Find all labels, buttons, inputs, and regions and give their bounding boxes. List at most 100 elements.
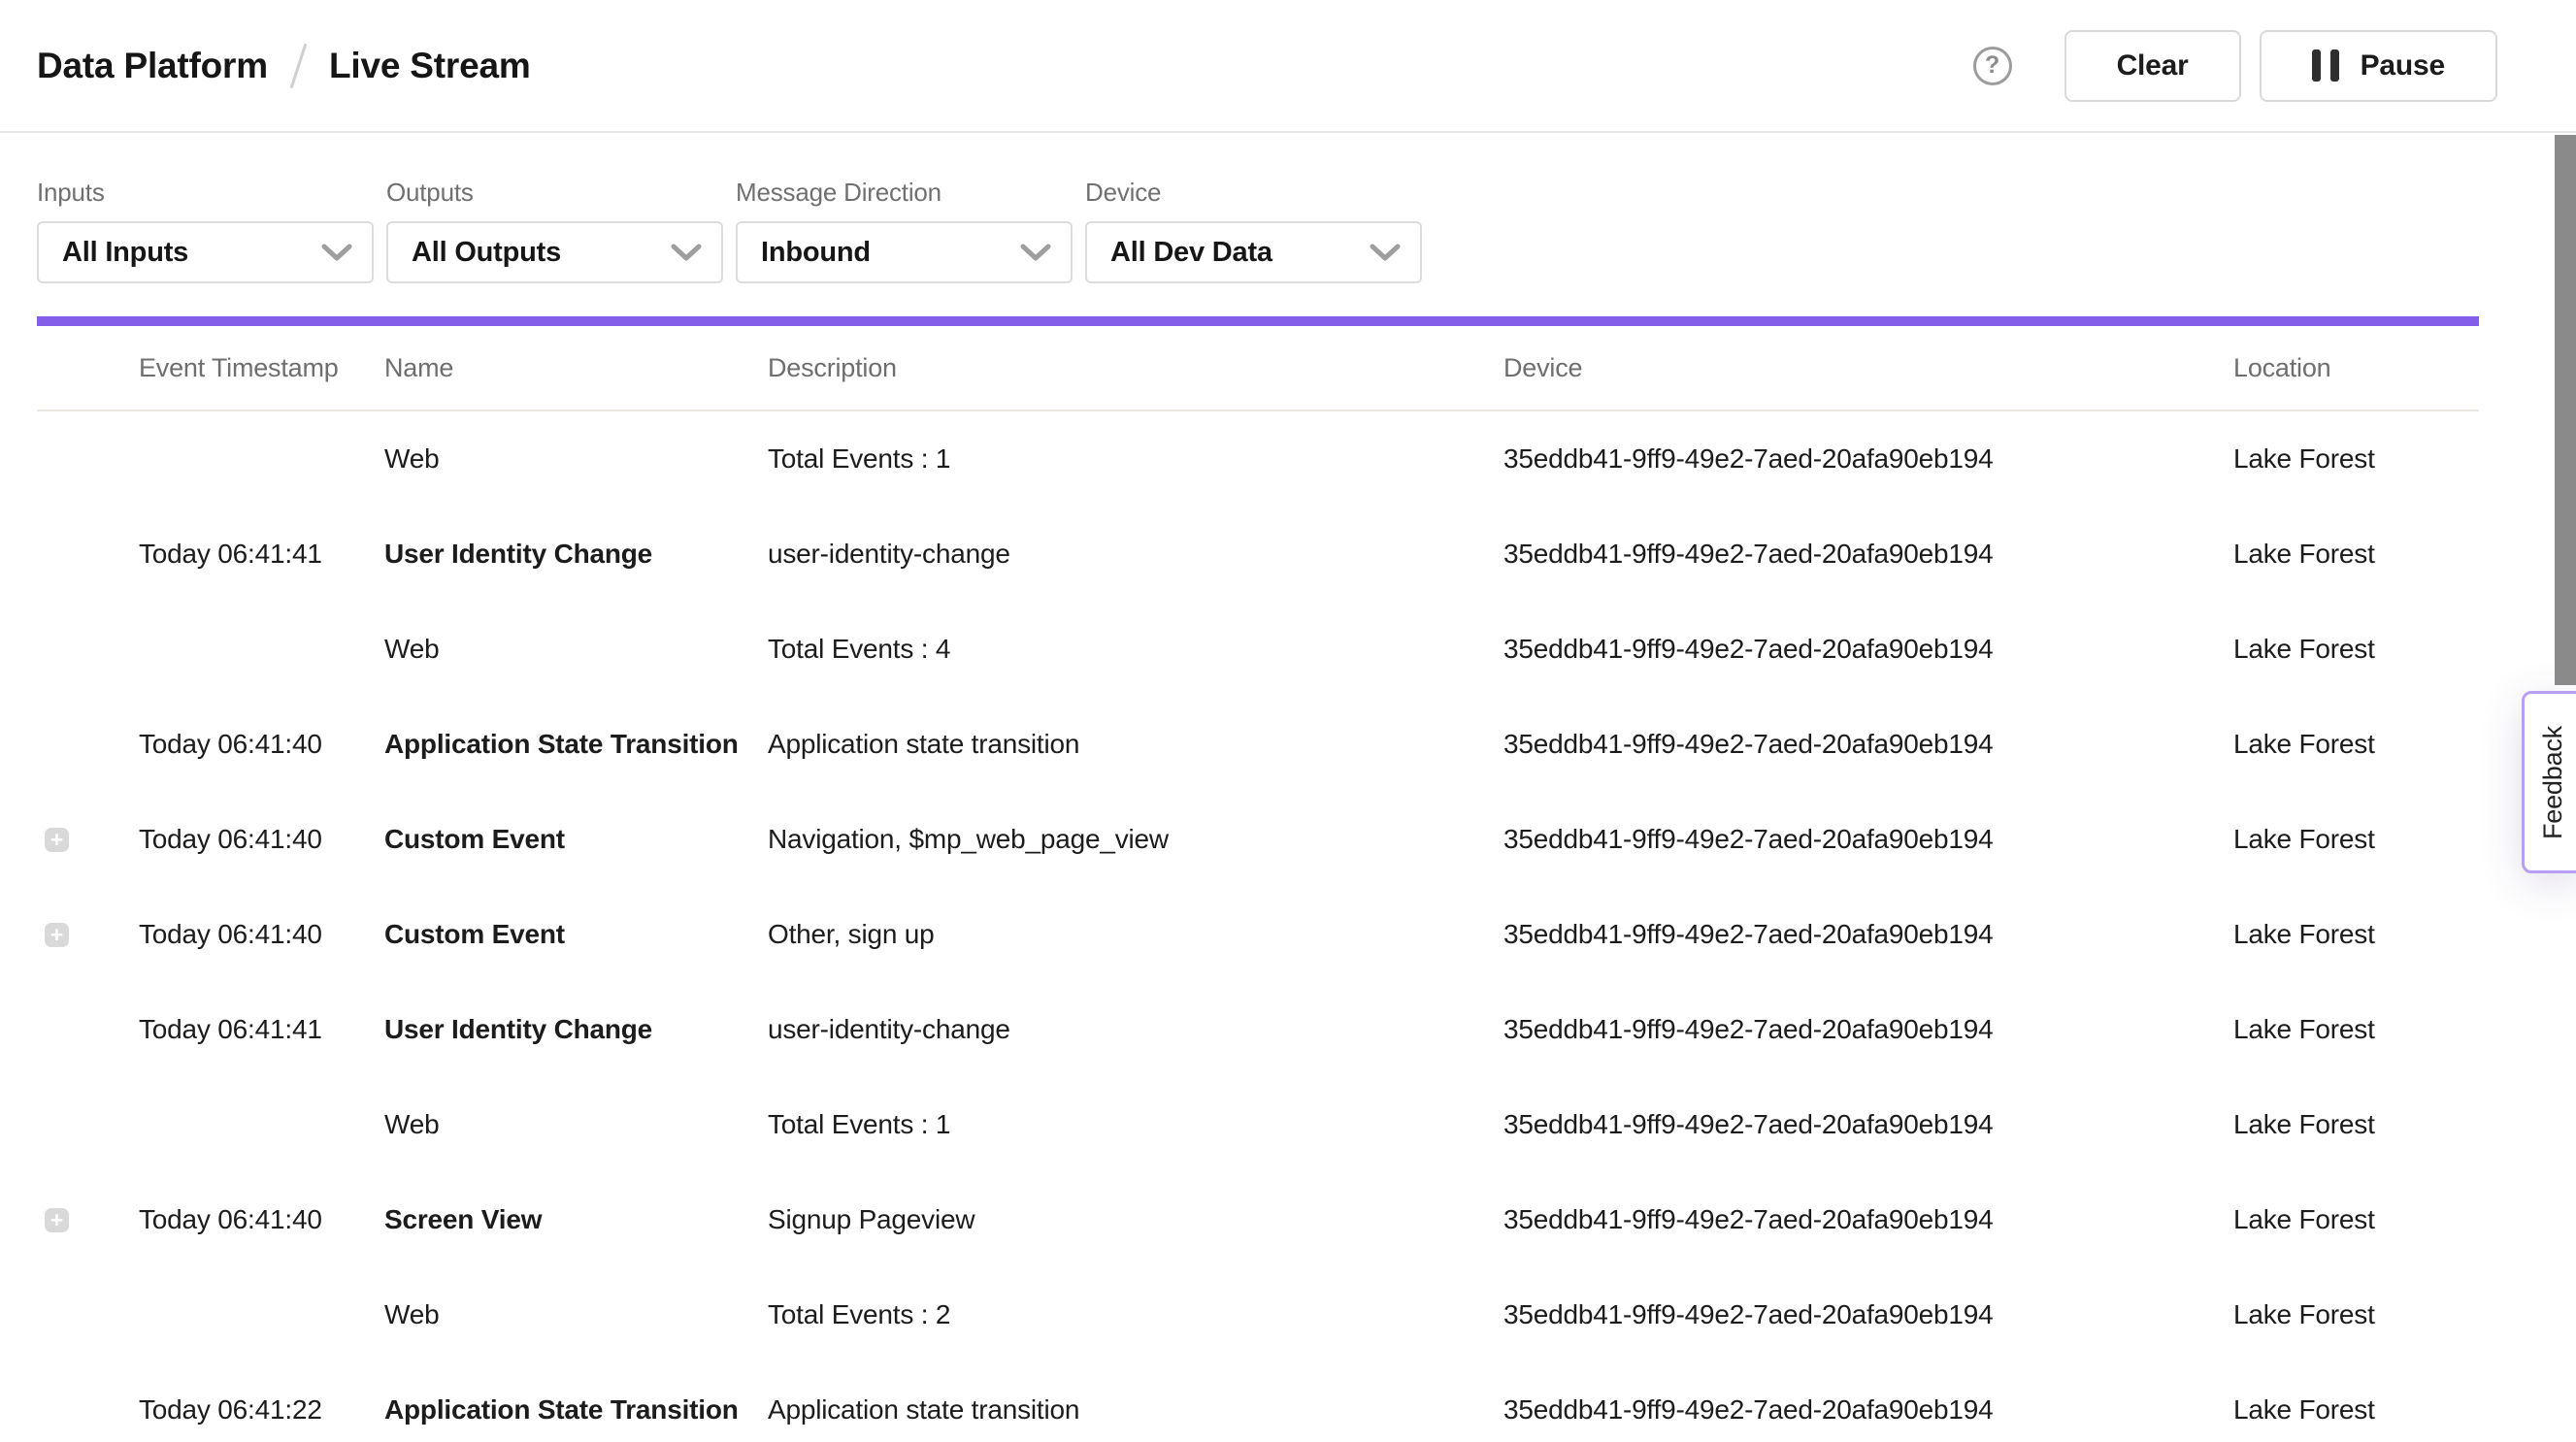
event-device-cell: 35eddb41-9ff9-49e2-7aed-20afa90eb194 (1503, 729, 2233, 760)
table-row[interactable]: + Web Total Events : 1 35eddb41-9ff9-49e… (37, 411, 2479, 507)
event-timestamp-cell: Today 06:41:22 (139, 1394, 384, 1426)
event-device-cell: 35eddb41-9ff9-49e2-7aed-20afa90eb194 (1503, 1394, 2233, 1426)
event-location-cell: Lake Forest (2233, 824, 2479, 855)
table-row[interactable]: + Today 06:41:40 Screen View Signup Page… (37, 1172, 2479, 1267)
event-location-cell: Lake Forest (2233, 1299, 2479, 1330)
expand-row-icon[interactable]: + (45, 923, 69, 947)
table-body: + Web Total Events : 1 35eddb41-9ff9-49e… (37, 411, 2479, 1442)
table-row[interactable]: + Today 06:41:41 User Identity Change us… (37, 982, 2479, 1077)
filter-group-outputs: Outputs All Outputs (386, 178, 723, 283)
feedback-tab[interactable]: Feedback (2522, 691, 2576, 873)
location-column-header: Location (2233, 353, 2479, 383)
event-location-cell: Lake Forest (2233, 443, 2479, 475)
chevron-down-icon (1020, 244, 1051, 262)
event-description-cell: Navigation, $mp_web_page_view (768, 824, 1503, 855)
event-timestamp-cell: Today 06:41:40 (139, 824, 384, 855)
event-device-cell: 35eddb41-9ff9-49e2-7aed-20afa90eb194 (1503, 1299, 2233, 1330)
event-location-cell: Lake Forest (2233, 1394, 2479, 1426)
pause-button-label: Pause (2361, 49, 2445, 82)
event-timestamp-cell: Today 06:41:40 (139, 1204, 384, 1235)
table-row[interactable]: + Web Total Events : 2 35eddb41-9ff9-49e… (37, 1267, 2479, 1362)
event-name-cell: Custom Event (384, 824, 768, 855)
live-stream-table: Event Timestamp Name Description Device … (37, 326, 2479, 1442)
event-description-cell: Total Events : 1 (768, 443, 1503, 475)
breadcrumb-section[interactable]: Data Platform (37, 46, 268, 86)
event-timestamp-cell: Today 06:41:41 (139, 539, 384, 570)
device-filter-select[interactable]: All Dev Data (1085, 221, 1422, 283)
event-device-cell: 35eddb41-9ff9-49e2-7aed-20afa90eb194 (1503, 1109, 2233, 1140)
table-row[interactable]: + Web Total Events : 1 35eddb41-9ff9-49e… (37, 1077, 2479, 1172)
pause-icon (2312, 49, 2339, 82)
app-header: Data Platform Live Stream ? Clear Pause (0, 0, 2576, 133)
message-direction-filter-label: Message Direction (736, 178, 1073, 208)
event-location-cell: Lake Forest (2233, 1204, 2479, 1235)
inputs-filter-select[interactable]: All Inputs (37, 221, 374, 283)
accent-divider (37, 316, 2479, 326)
table-row[interactable]: + Today 06:41:40 Application State Trans… (37, 697, 2479, 792)
event-name-cell: Web (384, 1299, 768, 1330)
expand-row-icon[interactable]: + (45, 828, 69, 852)
event-name-cell: User Identity Change (384, 1014, 768, 1045)
table-row[interactable]: + Today 06:41:22 Application State Trans… (37, 1362, 2479, 1442)
event-device-cell: 35eddb41-9ff9-49e2-7aed-20afa90eb194 (1503, 824, 2233, 855)
event-description-cell: Signup Pageview (768, 1204, 1503, 1235)
outputs-filter-value: All Outputs (412, 237, 561, 269)
device-filter-label: Device (1085, 178, 1422, 208)
table-row[interactable]: + Today 06:41:41 User Identity Change us… (37, 507, 2479, 602)
table-header-row: Event Timestamp Name Description Device … (37, 326, 2479, 411)
device-column-header: Device (1503, 353, 2233, 383)
chevron-down-icon (321, 244, 352, 262)
filter-group-device: Device All Dev Data (1085, 178, 1422, 283)
event-device-cell: 35eddb41-9ff9-49e2-7aed-20afa90eb194 (1503, 1014, 2233, 1045)
event-description-cell: Application state transition (768, 1394, 1503, 1426)
event-description-cell: Total Events : 1 (768, 1109, 1503, 1140)
name-column-header: Name (384, 353, 768, 383)
message-direction-filter-value: Inbound (761, 237, 871, 269)
device-filter-value: All Dev Data (1110, 237, 1272, 269)
description-column-header: Description (768, 353, 1503, 383)
vertical-scrollbar-thumb[interactable] (2555, 135, 2576, 685)
table-row[interactable]: + Web Total Events : 4 35eddb41-9ff9-49e… (37, 602, 2479, 697)
table-row[interactable]: + Today 06:41:40 Custom Event Other, sig… (37, 887, 2479, 982)
event-device-cell: 35eddb41-9ff9-49e2-7aed-20afa90eb194 (1503, 1204, 2233, 1235)
event-location-cell: Lake Forest (2233, 539, 2479, 570)
event-description-cell: Other, sign up (768, 919, 1503, 950)
clear-button-label: Clear (2117, 49, 2189, 82)
event-name-cell: Web (384, 443, 768, 475)
event-device-cell: 35eddb41-9ff9-49e2-7aed-20afa90eb194 (1503, 539, 2233, 570)
event-timestamp-cell: Today 06:41:40 (139, 919, 384, 950)
event-name-cell: Application State Transition (384, 729, 768, 760)
outputs-filter-select[interactable]: All Outputs (386, 221, 723, 283)
breadcrumb-separator (290, 43, 308, 88)
filter-bar: Inputs All Inputs Outputs All Outputs Me… (37, 178, 2576, 283)
event-location-cell: Lake Forest (2233, 1014, 2479, 1045)
expand-row-icon[interactable]: + (45, 1208, 69, 1232)
filter-group-message-direction: Message Direction Inbound (736, 178, 1073, 283)
feedback-tab-label: Feedback (2538, 726, 2568, 839)
event-description-cell: Total Events : 2 (768, 1299, 1503, 1330)
breadcrumb: Data Platform Live Stream (37, 43, 531, 89)
event-location-cell: Lake Forest (2233, 634, 2479, 665)
filter-group-inputs: Inputs All Inputs (37, 178, 374, 283)
timestamp-column-header: Event Timestamp (139, 353, 384, 383)
table-row[interactable]: + Today 06:41:40 Custom Event Navigation… (37, 792, 2479, 887)
pause-button[interactable]: Pause (2260, 30, 2497, 102)
chevron-down-icon (1370, 244, 1401, 262)
message-direction-filter-select[interactable]: Inbound (736, 221, 1073, 283)
event-name-cell: Web (384, 634, 768, 665)
event-location-cell: Lake Forest (2233, 1109, 2479, 1140)
event-description-cell: Application state transition (768, 729, 1503, 760)
event-description-cell: user-identity-change (768, 1014, 1503, 1045)
inputs-filter-value: All Inputs (62, 237, 188, 269)
chevron-down-icon (671, 244, 702, 262)
event-device-cell: 35eddb41-9ff9-49e2-7aed-20afa90eb194 (1503, 443, 2233, 475)
event-device-cell: 35eddb41-9ff9-49e2-7aed-20afa90eb194 (1503, 919, 2233, 950)
help-icon[interactable]: ? (1973, 47, 2012, 85)
event-timestamp-cell: Today 06:41:41 (139, 1014, 384, 1045)
event-name-cell: User Identity Change (384, 539, 768, 570)
clear-button[interactable]: Clear (2064, 30, 2241, 102)
event-name-cell: Custom Event (384, 919, 768, 950)
header-actions: ? Clear Pause (1973, 30, 2497, 102)
event-device-cell: 35eddb41-9ff9-49e2-7aed-20afa90eb194 (1503, 634, 2233, 665)
event-name-cell: Screen View (384, 1204, 768, 1235)
